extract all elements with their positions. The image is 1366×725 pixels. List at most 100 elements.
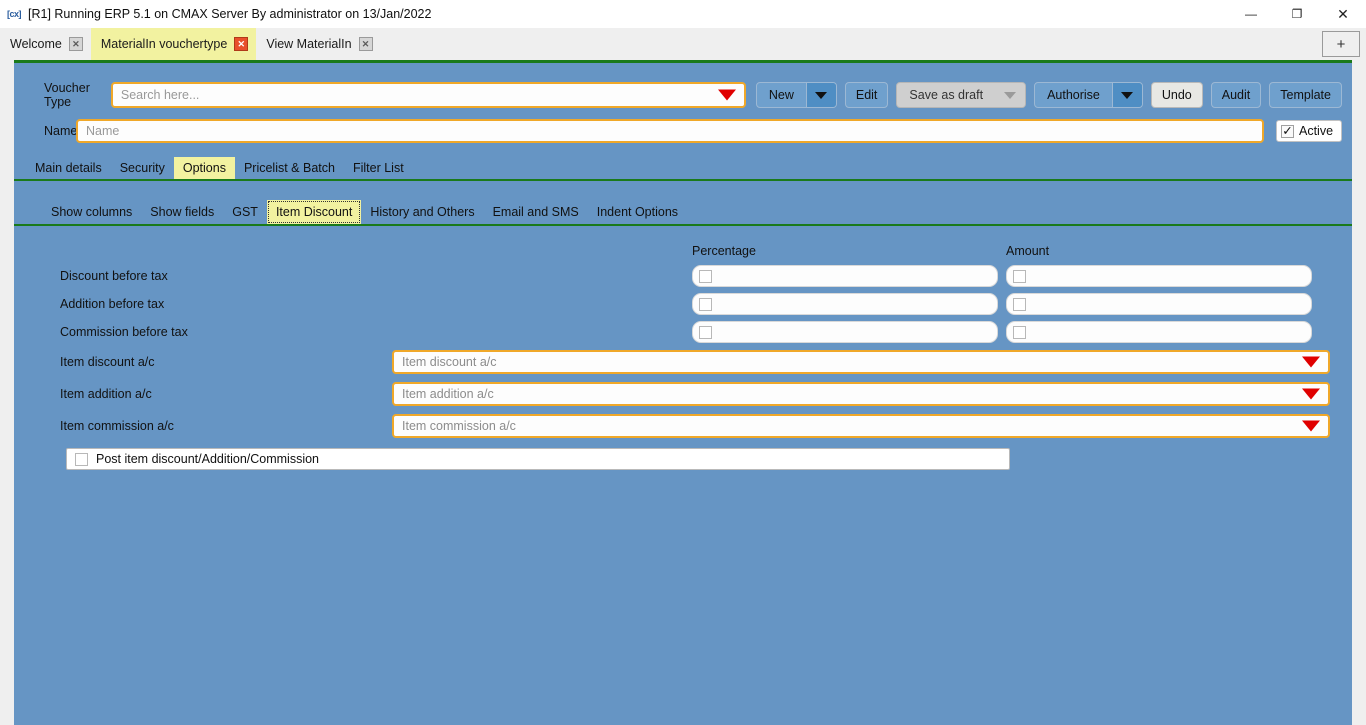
column-headers: Percentage Amount [14, 244, 1352, 262]
save-as-draft-label: Save as draft [897, 83, 995, 107]
application-body: Voucher Type Search here... New Edit Sav… [14, 60, 1352, 725]
label-commission-before-tax: Commission before tax [60, 325, 692, 339]
active-checkbox[interactable]: ✓ [1281, 125, 1294, 138]
name-label: Name [26, 124, 76, 138]
subtab-show-columns[interactable]: Show columns [42, 200, 141, 224]
row-item-discount-ac: Item discount a/c Item discount a/c [14, 346, 1352, 378]
item-commission-ac-placeholder: Item commission a/c [394, 419, 516, 433]
toolbar-buttons: New Edit Save as draft Authorise Undo Au… [756, 82, 1342, 108]
chevron-down-icon [815, 92, 827, 99]
edit-button[interactable]: Edit [845, 82, 889, 108]
addition-before-tax-percentage-field[interactable] [692, 293, 998, 315]
tab-close-icon[interactable]: ✕ [69, 37, 83, 51]
item-commission-ac-select[interactable]: Item commission a/c [392, 414, 1330, 438]
window-controls: — ❐ ✕ [1228, 0, 1366, 28]
post-item-discount-label: Post item discount/Addition/Commission [96, 452, 319, 466]
tab-security[interactable]: Security [111, 157, 174, 179]
subtab-indent-options[interactable]: Indent Options [588, 200, 687, 224]
tab-filter-list[interactable]: Filter List [344, 157, 413, 179]
authorise-button-label: Authorise [1035, 83, 1112, 107]
maximize-icon[interactable]: ❐ [1274, 0, 1320, 28]
new-tab-button[interactable]: + [1322, 31, 1360, 57]
item-addition-ac-select[interactable]: Item addition a/c [392, 382, 1330, 406]
commission-before-tax-amount-field[interactable] [1006, 321, 1312, 343]
post-item-discount-checkbox-group[interactable]: Post item discount/Addition/Commission [66, 448, 1010, 470]
app-icon: [cx] [6, 9, 22, 19]
caret-down-red-icon[interactable] [1302, 421, 1320, 432]
tab-close-icon[interactable]: ✕ [234, 37, 248, 51]
row-post-item-discount: Post item discount/Addition/Commission [14, 448, 1352, 470]
active-checkbox-group[interactable]: ✓ Active [1276, 120, 1342, 142]
sub-tab-bar: Show columns Show fields GST Item Discou… [14, 198, 1352, 226]
undo-button[interactable]: Undo [1151, 82, 1203, 108]
authorise-button[interactable]: Authorise [1034, 82, 1143, 108]
caret-down-red-icon[interactable] [718, 90, 736, 101]
discount-before-tax-amount-field[interactable] [1006, 265, 1312, 287]
tab-options[interactable]: Options [174, 157, 235, 179]
save-as-draft-button[interactable]: Save as draft [896, 82, 1026, 108]
item-discount-ac-select[interactable]: Item discount a/c [392, 350, 1330, 374]
tab-pricelist-and-batch[interactable]: Pricelist & Batch [235, 157, 344, 179]
tab-close-icon[interactable]: ✕ [359, 37, 373, 51]
audit-button[interactable]: Audit [1211, 82, 1262, 108]
tab-label: View MaterialIn [266, 37, 351, 51]
tab-materialin-vouchertype[interactable]: MaterialIn vouchertype ✕ [91, 28, 256, 60]
window-title: [R1] Running ERP 5.1 on CMAX Server By a… [28, 7, 431, 21]
checkbox[interactable] [1013, 298, 1026, 311]
tab-label: Welcome [10, 37, 62, 51]
chevron-down-icon [1004, 92, 1016, 99]
authorise-dropdown-arrow[interactable] [1112, 83, 1142, 107]
voucher-type-toolbar: Voucher Type Search here... New Edit Sav… [14, 63, 1352, 109]
item-discount-ac-placeholder: Item discount a/c [394, 355, 497, 369]
column-header-amount: Amount [1006, 244, 1320, 262]
name-row: Name Name ✓ Active [14, 109, 1352, 143]
new-button[interactable]: New [756, 82, 837, 108]
active-label: Active [1299, 124, 1333, 138]
tab-welcome[interactable]: Welcome ✕ [0, 28, 91, 60]
main-tab-bar: Main details Security Options Pricelist … [14, 155, 1352, 181]
template-button[interactable]: Template [1269, 82, 1342, 108]
search-placeholder: Search here... [113, 88, 200, 102]
label-item-discount-ac: Item discount a/c [60, 355, 392, 369]
discount-before-tax-percentage-field[interactable] [692, 265, 998, 287]
close-icon[interactable]: ✕ [1320, 0, 1366, 28]
subtab-email-and-sms[interactable]: Email and SMS [484, 200, 588, 224]
subtab-show-fields[interactable]: Show fields [141, 200, 223, 224]
minimize-icon[interactable]: — [1228, 0, 1274, 28]
tab-view-materialin[interactable]: View MaterialIn ✕ [256, 28, 380, 60]
label-discount-before-tax: Discount before tax [60, 269, 692, 283]
checkbox[interactable] [1013, 326, 1026, 339]
new-button-label: New [757, 83, 806, 107]
label-item-addition-ac: Item addition a/c [60, 387, 392, 401]
caret-down-red-icon[interactable] [1302, 389, 1320, 400]
row-commission-before-tax: Commission before tax [14, 318, 1352, 346]
voucher-type-search-input[interactable]: Search here... [111, 82, 746, 108]
checkbox[interactable] [699, 270, 712, 283]
row-addition-before-tax: Addition before tax [14, 290, 1352, 318]
tab-main-details[interactable]: Main details [26, 157, 111, 179]
caret-down-red-icon[interactable] [1302, 357, 1320, 368]
label-addition-before-tax: Addition before tax [60, 297, 692, 311]
new-dropdown-arrow[interactable] [806, 83, 836, 107]
post-item-discount-checkbox[interactable] [75, 453, 88, 466]
chevron-down-icon [1121, 92, 1133, 99]
save-as-draft-dropdown-arrow[interactable] [995, 83, 1025, 107]
row-item-commission-ac: Item commission a/c Item commission a/c [14, 410, 1352, 442]
subtab-gst[interactable]: GST [223, 200, 267, 224]
item-addition-ac-placeholder: Item addition a/c [394, 387, 494, 401]
checkbox[interactable] [1013, 270, 1026, 283]
commission-before-tax-percentage-field[interactable] [692, 321, 998, 343]
name-input[interactable]: Name [76, 119, 1264, 143]
tab-label: MaterialIn vouchertype [101, 37, 227, 51]
row-item-addition-ac: Item addition a/c Item addition a/c [14, 378, 1352, 410]
checkbox[interactable] [699, 326, 712, 339]
document-tab-strip: Welcome ✕ MaterialIn vouchertype ✕ View … [0, 28, 1366, 60]
subtab-item-discount[interactable]: Item Discount [267, 200, 361, 224]
addition-before-tax-amount-field[interactable] [1006, 293, 1312, 315]
item-discount-form: Percentage Amount Discount before tax Ad… [14, 226, 1352, 470]
checkbox[interactable] [699, 298, 712, 311]
subtab-history-and-others[interactable]: History and Others [361, 200, 483, 224]
column-header-percentage: Percentage [692, 244, 1006, 262]
label-item-commission-ac: Item commission a/c [60, 419, 392, 433]
row-discount-before-tax: Discount before tax [14, 262, 1352, 290]
